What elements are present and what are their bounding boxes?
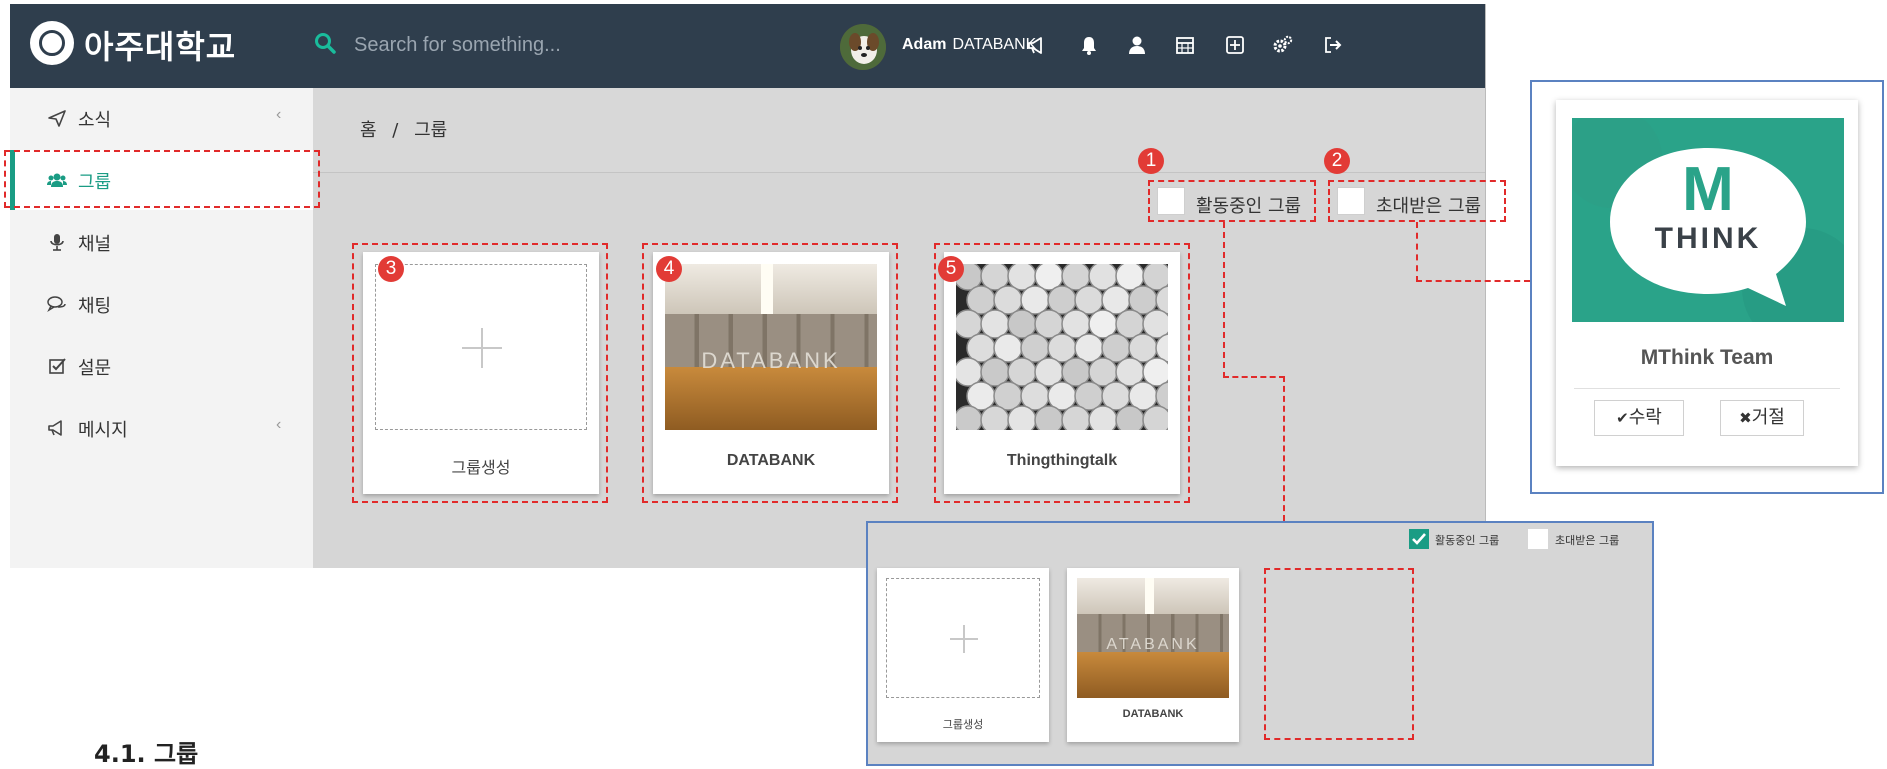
- search-input[interactable]: Search for something...: [354, 34, 561, 57]
- annotation-removed-group: [1264, 568, 1414, 740]
- sidebar-item-channel[interactable]: 채널: [10, 212, 313, 272]
- connector-line: [1223, 222, 1225, 378]
- plus-icon: [963, 625, 965, 653]
- breadcrumb-current: 그룹: [414, 120, 448, 141]
- accept-label: 수락: [1628, 407, 1662, 428]
- active-groups-inset: 활동중인 그룹 초대받은 그룹 그룹생성 ATABANK DATABANK: [866, 521, 1654, 766]
- chevron-left-icon: ‹: [276, 106, 282, 123]
- sidebar-item-survey[interactable]: 설문: [10, 336, 313, 396]
- mthink-logo: M THINK: [1572, 118, 1844, 322]
- section-heading: 4.1. 그룹: [94, 740, 199, 768]
- accept-button[interactable]: ✔수락: [1594, 400, 1684, 436]
- annotation-box-5: [934, 243, 1190, 503]
- calendar-icon[interactable]: [1174, 34, 1196, 56]
- check-icon: ✔: [1616, 409, 1629, 427]
- invited-group-name: MThink Team: [1640, 346, 1774, 369]
- emblem-ring: [39, 30, 65, 56]
- check-icon: [1412, 533, 1426, 545]
- plus-square-icon[interactable]: [1224, 34, 1246, 56]
- invited-groups-label[interactable]: 초대받은 그룹: [1555, 532, 1619, 548]
- create-group-placeholder: [886, 578, 1040, 698]
- content-header: [313, 88, 1485, 173]
- user-icon[interactable]: [1126, 34, 1148, 56]
- user-first-name: Adam: [902, 36, 947, 53]
- sidebar-item-label: 메시지: [78, 420, 128, 441]
- sidebar-item-news[interactable]: 소식 ‹: [10, 88, 313, 148]
- annotation-box-3: [352, 243, 608, 503]
- annotation-sidebar-groups: [4, 150, 320, 208]
- photo-light: [1145, 578, 1154, 614]
- active-groups-checkbox-checked[interactable]: [1409, 529, 1429, 549]
- annotation-box-4: [642, 243, 898, 503]
- top-navbar: 아주대학교 Search for something... Adam DATABA…: [10, 4, 1485, 88]
- sidebar-item-label: 채널: [78, 234, 112, 255]
- reject-label: 거절: [1751, 407, 1785, 428]
- photo-sign: ATABANK: [1106, 636, 1200, 653]
- mthink-logo-word: THINK: [1654, 222, 1762, 255]
- times-icon: ✖: [1739, 409, 1752, 427]
- annotation-box-2: [1328, 180, 1506, 222]
- group-name: DATABANK: [1122, 708, 1184, 720]
- marker-3: 3: [378, 256, 404, 282]
- microphone-icon: [50, 234, 64, 251]
- sidebar-item-chat[interactable]: 채팅: [10, 274, 313, 334]
- megaphone-icon: [48, 420, 62, 436]
- group-photo: ATABANK: [1077, 578, 1229, 698]
- sidebar-item-label: 설문: [78, 358, 112, 379]
- megaphone-icon[interactable]: [1026, 34, 1048, 56]
- breadcrumb: 홈 / 그룹: [360, 116, 447, 142]
- popup-divider: [1574, 388, 1840, 389]
- bell-icon[interactable]: [1078, 34, 1100, 56]
- connector-line: [1223, 376, 1285, 378]
- check-square-icon: [49, 358, 66, 374]
- connector-line: [1283, 376, 1285, 521]
- avatar[interactable]: [840, 24, 886, 70]
- connector-line: [1416, 280, 1530, 282]
- create-group-card[interactable]: 그룹생성: [877, 568, 1049, 742]
- photo-desk: [1077, 652, 1229, 698]
- marker-1: 1: [1138, 148, 1164, 174]
- invited-groups-checkbox[interactable]: [1528, 529, 1548, 549]
- search-icon[interactable]: [314, 32, 336, 54]
- university-logo-text[interactable]: 아주대학교: [84, 22, 236, 68]
- breadcrumb-home[interactable]: 홈: [360, 120, 377, 141]
- sidebar-item-label: 채팅: [78, 296, 112, 317]
- mthink-logo-letter: M: [1682, 155, 1734, 224]
- active-groups-label[interactable]: 활동중인 그룹: [1435, 532, 1499, 548]
- chevron-left-icon: ‹: [276, 416, 282, 433]
- paper-plane-icon: [48, 110, 66, 127]
- connector-line: [1416, 222, 1418, 282]
- user-name[interactable]: Adam DATABANK: [902, 36, 1036, 54]
- marker-4: 4: [656, 256, 682, 282]
- group-card-databank[interactable]: ATABANK DATABANK: [1067, 568, 1239, 742]
- reject-button[interactable]: ✖거절: [1720, 400, 1804, 436]
- sidebar-item-message[interactable]: 메시지 ‹: [10, 398, 313, 458]
- user-last-name: DATABANK: [952, 36, 1037, 53]
- marker-2: 2: [1324, 148, 1350, 174]
- sign-out-icon[interactable]: [1322, 34, 1344, 56]
- breadcrumb-separator: /: [392, 120, 399, 141]
- create-group-label: 그룹생성: [942, 718, 984, 731]
- sidebar-item-label: 소식: [78, 110, 112, 131]
- marker-5: 5: [938, 256, 964, 282]
- annotation-box-1: [1148, 180, 1316, 222]
- cogs-icon[interactable]: [1272, 34, 1294, 56]
- comments-icon: [47, 296, 66, 312]
